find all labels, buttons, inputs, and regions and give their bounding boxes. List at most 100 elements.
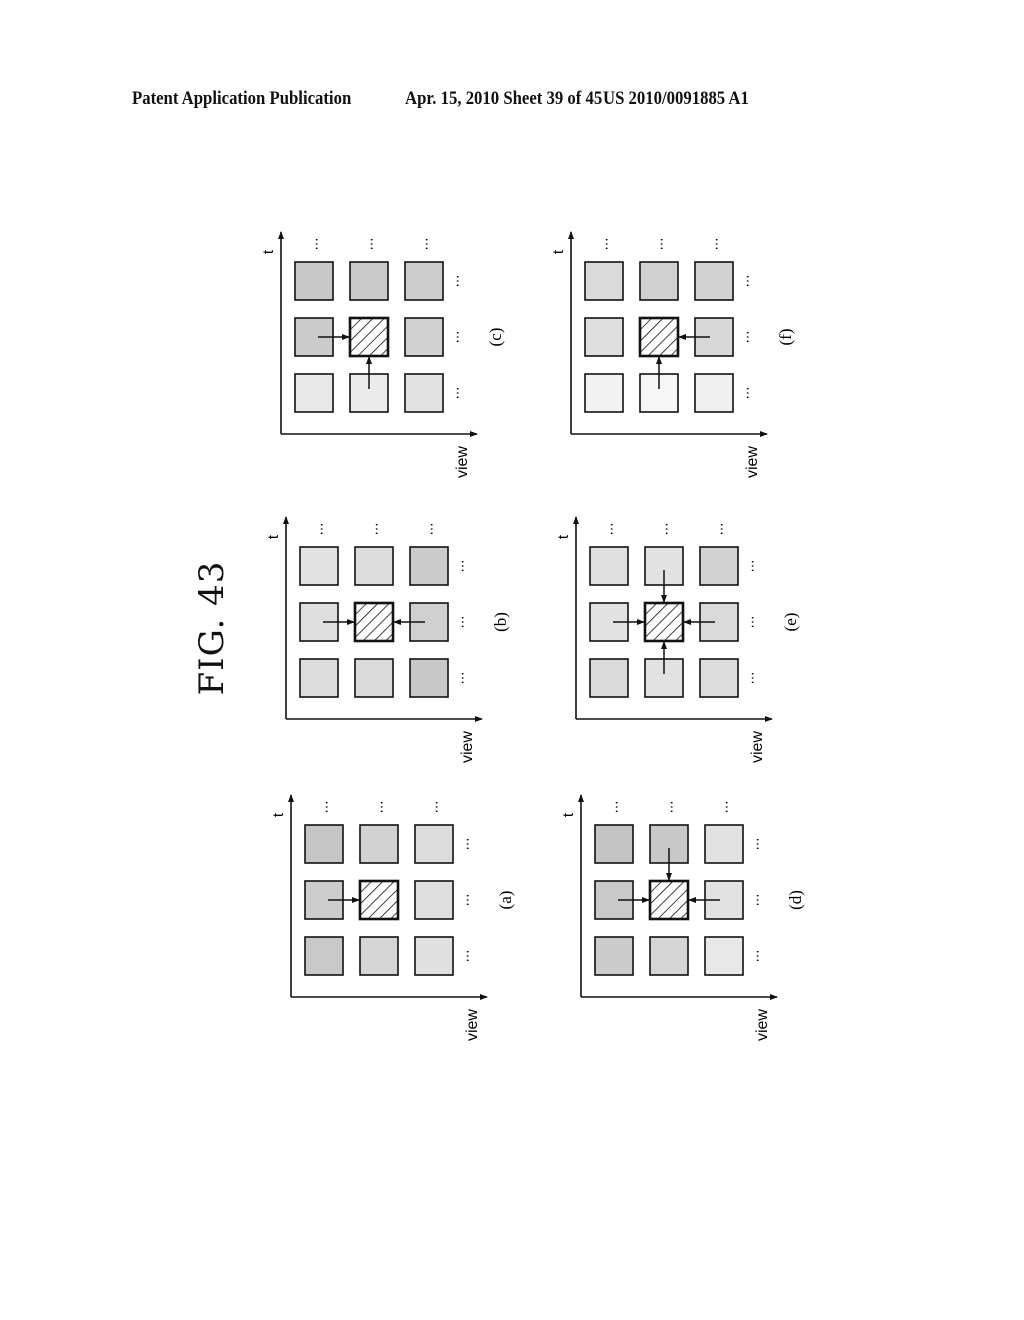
continuation-dots: … [448,331,463,344]
continuation-dots: … [657,523,672,536]
reference-block [299,658,339,698]
publication-number: US 2010/0091885 A1 [603,88,749,109]
reference-block [304,936,344,976]
panel-label: (d) [786,890,805,910]
continuation-dots: … [607,801,622,814]
continuation-dots: … [448,275,463,288]
current-block [348,316,390,358]
panel-e: t view … … … … … … (e) [555,507,800,767]
view-axis-label: view [744,446,761,478]
panel-label: (c) [486,328,505,347]
view-axis-label: view [749,731,766,763]
continuation-dots: … [743,616,758,629]
continuation-dots: … [417,238,432,251]
reference-block [694,261,734,301]
continuation-dots: … [602,523,617,536]
continuation-dots: … [458,838,473,851]
current-block [353,601,395,643]
current-block [648,879,690,921]
t-axis-label: t [270,812,287,817]
reference-block [299,546,339,586]
view-axis-label: view [754,1009,771,1041]
panel-c-diagram: t view … … … … … … (c) [260,231,505,478]
current-block [638,316,680,358]
publication-type: Patent Application Publication [132,88,352,109]
reference-block [594,936,634,976]
reference-block [404,261,444,301]
panel-label: (a) [496,891,515,910]
reference-block [304,824,344,864]
reference-block [699,658,739,698]
panel-label: (f) [776,329,795,346]
reference-block [594,824,634,864]
reference-block [359,824,399,864]
t-axis-label: t [560,812,577,817]
panel-f-diagram: t view … … … … … … (f) [550,231,795,478]
reference-block [699,546,739,586]
panel-f: t view … … … … … … (f) [550,222,795,482]
continuation-dots: … [748,894,763,907]
continuation-dots: … [458,950,473,963]
continuation-dots: … [743,672,758,685]
continuation-dots: … [453,616,468,629]
reference-block [294,373,334,413]
reference-block [414,824,454,864]
continuation-dots: … [453,560,468,573]
t-axis-label: t [265,534,282,539]
continuation-dots: … [307,238,322,251]
continuation-dots: … [362,238,377,251]
figure-title: FIG. 43 [172,561,252,696]
reference-block [584,317,624,357]
reference-block [584,373,624,413]
current-block [643,601,685,643]
panel-d: t view … … … … … … (d) [560,785,805,1045]
panel-b-diagram: t view … … … … … … (b) [265,516,510,763]
reference-block [354,658,394,698]
t-axis-label: t [550,249,567,254]
reference-block [639,261,679,301]
continuation-dots: … [317,801,332,814]
continuation-dots: … [717,801,732,814]
reference-block [409,658,449,698]
panel-d-diagram: t view … … … … … … (d) [560,794,805,1041]
reference-block [404,373,444,413]
continuation-dots: … [453,672,468,685]
continuation-dots: … [448,387,463,400]
continuation-dots: … [738,275,753,288]
panel-label: (e) [781,613,800,632]
continuation-dots: … [458,894,473,907]
reference-block [359,936,399,976]
reference-block [694,373,734,413]
view-axis-label: view [459,731,476,763]
date-and-sheet: Apr. 15, 2010 Sheet 39 of 45 [405,88,603,109]
continuation-dots: … [367,523,382,536]
t-axis-label: t [260,249,277,254]
t-axis-label: t [555,534,572,539]
current-block [358,879,400,921]
view-axis-label: view [464,1009,481,1041]
continuation-dots: … [748,950,763,963]
panel-a-diagram: t view … … … … … … (a) [270,794,515,1041]
continuation-dots: … [427,801,442,814]
continuation-dots: … [422,523,437,536]
reference-block [649,936,689,976]
reference-block [589,658,629,698]
continuation-dots: … [712,523,727,536]
reference-block [584,261,624,301]
panel-c: t view … … … … … … (c) [260,222,505,482]
continuation-dots: … [662,801,677,814]
view-axis-label: view [454,446,471,478]
reference-block [409,546,449,586]
continuation-dots: … [738,331,753,344]
reference-block [354,546,394,586]
continuation-dots: … [738,387,753,400]
continuation-dots: … [652,238,667,251]
reference-block [704,824,744,864]
reference-block [414,936,454,976]
reference-block [349,261,389,301]
figure-title-text: FIG. 43 [192,560,232,696]
continuation-dots: … [743,560,758,573]
reference-block [589,546,629,586]
panel-b: t view … … … … … … (b) [265,507,510,767]
panel-label: (b) [491,612,510,632]
